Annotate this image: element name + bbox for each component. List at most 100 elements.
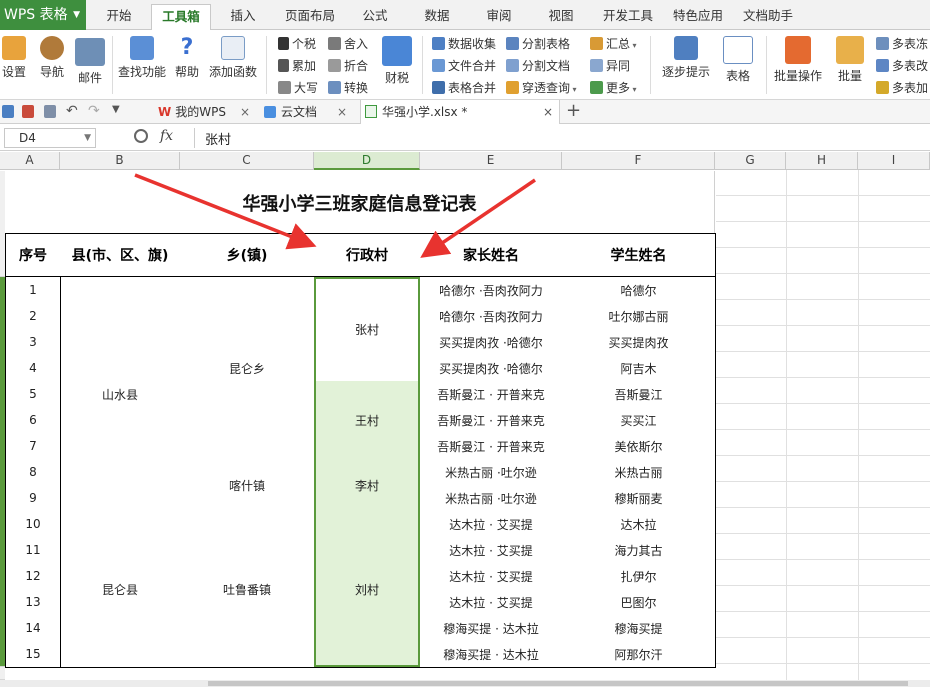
round-button[interactable]: 舍入	[328, 35, 368, 52]
zoom-icon[interactable]	[134, 129, 148, 143]
header-student[interactable]: 学生姓名	[562, 233, 716, 277]
tab-formula[interactable]: 公式	[354, 0, 396, 30]
row-number-cell[interactable]: 7	[5, 433, 61, 460]
student-name-cell[interactable]: 海力其古	[562, 537, 716, 564]
student-name-cell[interactable]: 阿那尔汗	[562, 641, 716, 668]
parent-name-cell[interactable]: 哈德尔 ·吾肉孜阿力	[420, 303, 563, 330]
column-header-c[interactable]: C	[180, 152, 314, 170]
parent-name-cell[interactable]: 哈德尔 ·吾肉孜阿力	[420, 277, 563, 304]
town-cell[interactable]: 喀什镇	[180, 459, 315, 512]
split-table-button[interactable]: 分割表格	[506, 35, 570, 52]
column-header-i[interactable]: I	[858, 152, 930, 170]
student-name-cell[interactable]: 穆海买提	[562, 615, 716, 642]
tab-review[interactable]: 审阅	[478, 0, 520, 30]
town-cell[interactable]: 昆仑乡	[180, 277, 315, 460]
settings-button[interactable]: 设置	[0, 36, 32, 80]
row-number-cell[interactable]: 5	[5, 381, 61, 408]
multi-freeze-button[interactable]: 多表冻	[876, 35, 928, 52]
horizontal-scrollbar[interactable]	[0, 680, 930, 687]
header-village[interactable]: 行政村	[314, 233, 421, 277]
header-county[interactable]: 县(市、区、旗)	[60, 233, 181, 277]
student-name-cell[interactable]: 米热古丽	[562, 459, 716, 486]
sheet-title[interactable]: 华强小学三班家庭信息登记表	[5, 171, 715, 233]
column-header-f[interactable]: F	[562, 152, 715, 170]
close-icon[interactable]: ×	[337, 105, 347, 119]
student-name-cell[interactable]: 阿吉木	[562, 355, 716, 382]
split-doc-button[interactable]: 分割文档	[506, 57, 570, 74]
tab-view[interactable]: 视图	[540, 0, 582, 30]
row-number-cell[interactable]: 1	[5, 277, 61, 304]
student-name-cell[interactable]: 达木拉	[562, 511, 716, 538]
village-cell[interactable]: 李村	[314, 459, 421, 512]
row-number-cell[interactable]: 12	[5, 563, 61, 590]
more-quick-access-icon[interactable]: ▼	[112, 104, 120, 115]
scrollbar-thumb[interactable]	[208, 681, 908, 686]
redo-icon[interactable]: ↷	[88, 103, 100, 119]
batch-operation-button[interactable]: 批量操作	[770, 36, 826, 84]
student-name-cell[interactable]: 穆斯丽麦	[562, 485, 716, 512]
village-cell[interactable]: 刘村	[314, 511, 421, 668]
student-name-cell[interactable]: 哈德尔	[562, 277, 716, 304]
town-cell[interactable]: 吐鲁番镇	[180, 511, 315, 668]
function-icon[interactable]: fx	[160, 128, 173, 144]
tab-file-huaqiang[interactable]: 华强小学.xlsx * ×	[360, 100, 560, 124]
student-name-cell[interactable]: 巴图尔	[562, 589, 716, 616]
village-cell[interactable]: 王村	[314, 381, 421, 460]
student-name-cell[interactable]: 扎伊尔	[562, 563, 716, 590]
table-button[interactable]: 表格	[718, 36, 758, 84]
row-number-cell[interactable]: 14	[5, 615, 61, 642]
tab-doc-assistant[interactable]: 文档助手	[736, 0, 800, 30]
more-button[interactable]: 更多 ▾	[590, 79, 637, 96]
summary-button[interactable]: 汇总 ▾	[590, 35, 637, 52]
parent-name-cell[interactable]: 穆海买提 · 达木拉	[420, 641, 563, 668]
column-header-b[interactable]: B	[60, 152, 180, 170]
row-number-cell[interactable]: 2	[5, 303, 61, 330]
nav-button[interactable]: 导航	[36, 36, 68, 80]
tab-data[interactable]: 数据	[416, 0, 458, 30]
parent-name-cell[interactable]: 达木拉 · 艾买提	[420, 589, 563, 616]
parent-name-cell[interactable]: 买买提肉孜 ·哈德尔	[420, 355, 563, 382]
county-cell[interactable]: 山水县	[60, 277, 181, 512]
multi-add-button[interactable]: 多表加	[876, 79, 928, 96]
add-function-button[interactable]: 添加函数	[206, 36, 260, 80]
new-tab-icon[interactable]: +	[566, 100, 581, 121]
row-header[interactable]	[0, 667, 5, 680]
step-hint-button[interactable]: 逐步提示	[656, 36, 716, 80]
village-cell-active[interactable]: 张村	[314, 277, 421, 382]
row-number-cell[interactable]: 15	[5, 641, 61, 668]
fold-button[interactable]: 折合	[328, 57, 368, 74]
tab-developer[interactable]: 开发工具	[596, 0, 660, 30]
tax-button[interactable]: 个税	[278, 35, 316, 52]
parent-name-cell[interactable]: 达木拉 · 艾买提	[420, 563, 563, 590]
parent-name-cell[interactable]: 达木拉 · 艾买提	[420, 537, 563, 564]
help-button[interactable]: ? 帮助	[172, 36, 202, 80]
tab-home[interactable]: 开始	[96, 0, 142, 30]
row-number-cell[interactable]: 4	[5, 355, 61, 382]
row-number-cell[interactable]: 9	[5, 485, 61, 512]
file-merge-button[interactable]: 文件合并	[432, 57, 496, 74]
undo-icon[interactable]: ↶	[66, 103, 78, 119]
tab-cloud-docs[interactable]: 云文档 ×	[258, 100, 360, 124]
student-name-cell[interactable]: 买买江	[562, 407, 716, 434]
parent-name-cell[interactable]: 吾斯曼江 · 开普来克	[420, 433, 563, 460]
tab-my-wps[interactable]: W 我的WPS ×	[140, 100, 258, 124]
name-box[interactable]: D4 ▼	[4, 128, 96, 148]
row-number-cell[interactable]: 8	[5, 459, 61, 486]
diff-button[interactable]: 异同	[590, 57, 630, 74]
data-collect-button[interactable]: 数据收集	[432, 35, 496, 52]
cross-query-button[interactable]: 穿透查询 ▾	[506, 79, 577, 96]
tab-page-layout[interactable]: 页面布局	[278, 0, 342, 30]
header-parent[interactable]: 家长姓名	[420, 233, 563, 277]
header-no[interactable]: 序号	[5, 233, 61, 277]
column-header-d[interactable]: D	[314, 152, 420, 170]
tab-toolbox[interactable]: 工具箱	[151, 4, 211, 31]
print-preview-icon[interactable]	[22, 105, 34, 118]
column-header-g[interactable]: G	[715, 152, 786, 170]
student-name-cell[interactable]: 吐尔娜古丽	[562, 303, 716, 330]
student-name-cell[interactable]: 美依斯尔	[562, 433, 716, 460]
sum-button[interactable]: 累加	[278, 57, 316, 74]
row-number-cell[interactable]: 6	[5, 407, 61, 434]
county-cell[interactable]: 昆仑县	[60, 511, 181, 668]
formula-input[interactable]: 张村	[205, 129, 231, 148]
finance-button[interactable]: 财税	[380, 36, 414, 86]
